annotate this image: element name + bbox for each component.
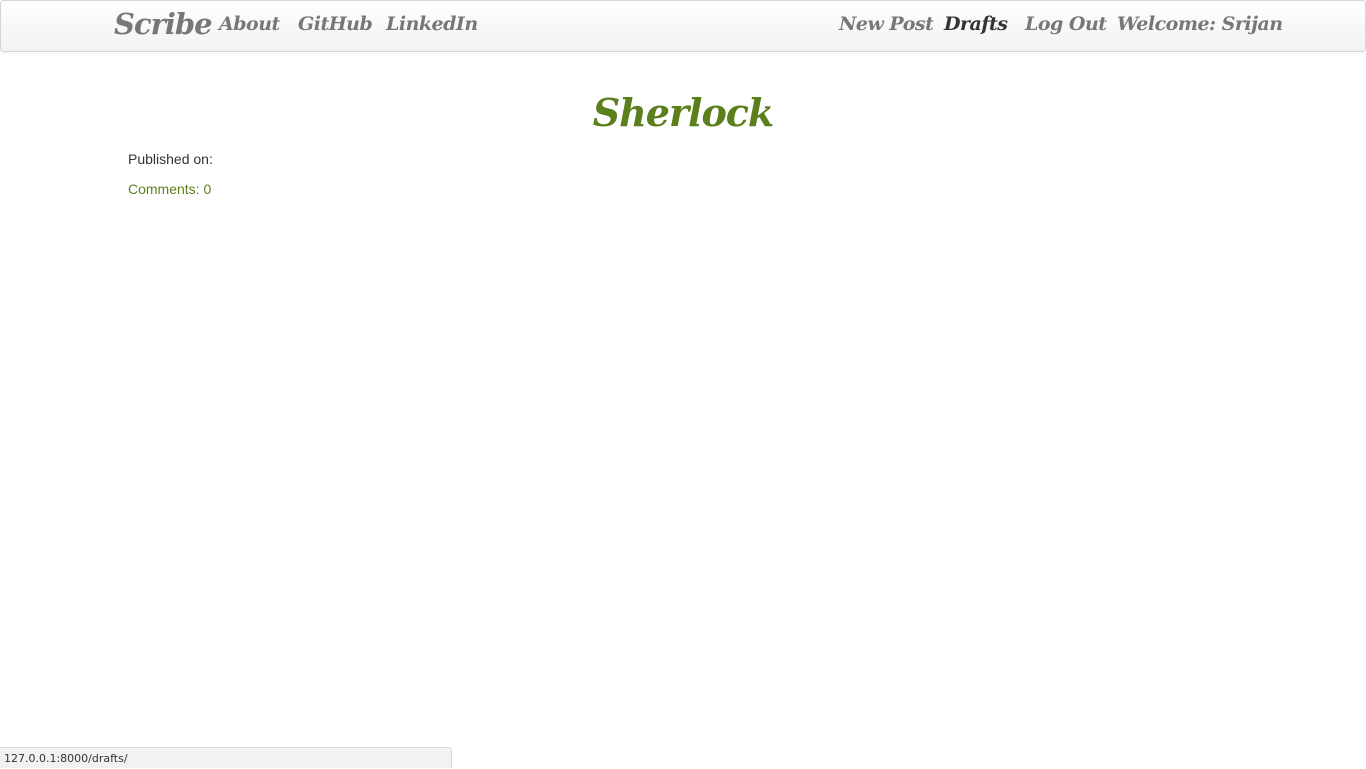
published-label: Published on: xyxy=(128,151,213,167)
status-url: 127.0.0.1:8000/drafts/ xyxy=(4,752,128,765)
nav-log-out[interactable]: Log Out xyxy=(1025,13,1107,35)
nav-drafts[interactable]: Drafts xyxy=(944,13,1007,35)
nav-github[interactable]: GitHub xyxy=(298,13,372,35)
published-info: Published on: xyxy=(128,151,217,167)
nav-welcome-user[interactable]: Welcome: Srijan xyxy=(1117,13,1283,35)
nav-about[interactable]: About xyxy=(219,13,280,35)
nav-linkedin[interactable]: LinkedIn xyxy=(386,13,478,35)
top-navbar: Scribe About GitHub LinkedIn New Post Dr… xyxy=(0,0,1366,52)
comments-link[interactable]: Comments: 0 xyxy=(128,181,211,197)
brand-link[interactable]: Scribe xyxy=(114,7,212,41)
post-title[interactable]: Sherlock xyxy=(0,90,1366,135)
nav-new-post[interactable]: New Post xyxy=(839,13,933,35)
browser-status-bar: 127.0.0.1:8000/drafts/ xyxy=(0,747,452,768)
